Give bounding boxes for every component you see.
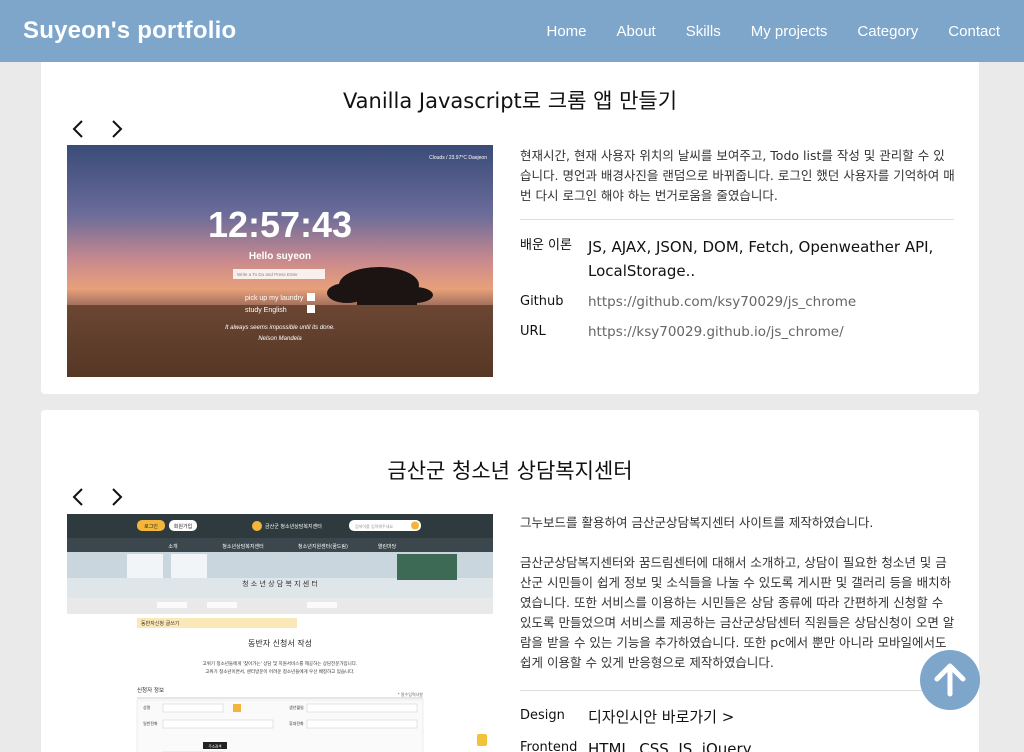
nav-item-about[interactable]: About [617, 23, 656, 40]
todo-delete-icon [307, 293, 315, 301]
todo-item: pick up my laundry [245, 295, 304, 302]
chevron-right-icon[interactable] [107, 118, 127, 140]
weather-text: Clouds / 23.97°C Daejeon [429, 155, 487, 161]
frontend-label: Frontend [520, 740, 578, 752]
org-name: 금산군 청소년상담복지센터 [265, 523, 322, 530]
site-menu-item: 소개 [168, 543, 178, 550]
github-link[interactable]: https://github.com/ksy70029/js_chrome [588, 291, 856, 313]
url-label: URL [520, 324, 546, 339]
login-button: 로그인 [144, 523, 158, 530]
url-link[interactable]: https://ksy70029.github.io/js_chrome/ [588, 321, 844, 343]
geumsan-site-screenshot: 로그인 회원가입 금산군 청소년상담복지센터 검색어를 입력해주세요 소개 청소… [67, 514, 493, 752]
design-label: Design [520, 708, 565, 723]
notice-line: 고위기 청소년들에게 '찾아가는' 상담 및 지원서비스를 제공하는 상담전문가… [203, 660, 358, 667]
chrome-app-screenshot: Clouds / 23.97°C Daejeon 12:57:43 Hello … [67, 145, 493, 377]
chevron-right-icon[interactable] [107, 486, 127, 508]
site-menu-item: 청소년상담복지센터 [222, 543, 263, 550]
chevron-left-icon[interactable] [69, 486, 89, 508]
todo-placeholder: Write a To Do and Press Enter [237, 272, 298, 277]
frontend-value: HTML, CSS, JS, jQuery [588, 740, 752, 752]
todo-delete-icon [307, 305, 315, 313]
nav-item-contact[interactable]: Contact [948, 23, 1000, 40]
project-title: 금산군 청소년 상담복지센터 [387, 459, 633, 483]
todo-item: study English [245, 307, 287, 314]
address-search-button: 주소검색 [209, 744, 222, 749]
project-description: 현재시간, 현재 사용자 위치의 날씨를 보여주고, Todo list를 작성… [520, 146, 956, 206]
project-card-chrome-app: Vanilla Javascript로 크롬 앱 만들기 Clouds / 23… [41, 55, 979, 394]
description-text: 현재시간, 현재 사용자 위치의 날씨를 보여주고, Todo list를 작성… [520, 148, 955, 203]
divider [520, 690, 954, 691]
form-label: 일반전화 [143, 720, 158, 726]
join-button: 회원가입 [174, 523, 192, 530]
navbar: Suyeon's portfolio Home About Skills My … [0, 0, 1024, 62]
nav-item-category[interactable]: Category [857, 23, 918, 40]
nav-item-skills[interactable]: Skills [686, 23, 721, 40]
form-title: 동반자 신청서 작성 [248, 638, 312, 648]
project-screenshot: 로그인 회원가입 금산군 청소년상담복지센터 검색어를 입력해주세요 소개 청소… [67, 514, 493, 752]
nav-item-my-projects[interactable]: My projects [751, 23, 828, 40]
project-title: Vanilla Javascript로 크롬 앱 만들기 [342, 89, 678, 113]
site-menu-item: 열린마당 [378, 543, 397, 550]
project-card-geumsan: 금산군 청소년 상담복지센터 로그인 회원가입 금산군 청소년상담복지센터 검색… [41, 410, 979, 752]
project-description: 그누보드를 활용하여 금산군상담복지센터 사이트를 제작하였습니다. 금산군상담… [520, 513, 956, 673]
section-tab: 동반자신청 글쓰기 [141, 620, 179, 627]
description-text: 금산군상담복지센터와 꿈드림센터에 대해서 소개하고, 상담이 필요한 청소년 … [520, 555, 955, 670]
design-link[interactable]: 디자인시안 바로가기 > [588, 705, 734, 729]
github-label: Github [520, 294, 564, 309]
quote-text: It always seems impossible until its don… [225, 325, 335, 331]
scroll-top-button[interactable] [920, 650, 980, 710]
learned-label: 배운 이론 [520, 238, 572, 253]
form-label: 생년월일 [289, 704, 304, 710]
project-info: Design 디자인시안 바로가기 > Frontend HTML, CSS, … [520, 705, 960, 752]
chevron-left-icon[interactable] [69, 118, 89, 140]
learned-value: JS, AJAX, JSON, DOM, Fetch, Openweather … [588, 238, 934, 280]
site-menu-item: 청소년지원센터(꿈드림) [298, 543, 348, 550]
project-info: 배운 이론 JS, AJAX, JSON, DOM, Fetch, Openwe… [520, 235, 960, 351]
divider [520, 219, 954, 220]
notice-line: 고위기 청소년이면서, 센터방문이 어려운 청소년들에게 우선 배정하고 있습니… [205, 668, 355, 675]
applicant-label: 신청자 정보 [137, 686, 164, 694]
hero-text: 청 소 년 상 담 복 지 센 터 [242, 579, 318, 588]
clock-text: 12:57:43 [208, 204, 352, 245]
quote-author: Nelson Mandela [258, 336, 302, 342]
site-search-placeholder: 검색어를 입력해주세요 [355, 523, 393, 529]
slider-controls [69, 486, 127, 508]
required-note: * 필수입력사항 [398, 691, 424, 697]
arrow-up-icon [934, 663, 966, 697]
nav-item-home[interactable]: Home [547, 23, 587, 40]
nav-menu: Home About Skills My projects Category C… [517, 23, 1001, 40]
form-label: 휴대전화 [289, 720, 304, 726]
greeting-text: Hello suyeon [249, 251, 311, 262]
description-text: 그누보드를 활용하여 금산군상담복지센터 사이트를 제작하였습니다. [520, 515, 874, 530]
slider-controls [69, 118, 127, 140]
brand-logo[interactable]: Suyeon's portfolio [23, 17, 236, 45]
form-label: 성명 [143, 704, 151, 710]
project-screenshot: Clouds / 23.97°C Daejeon 12:57:43 Hello … [67, 145, 493, 377]
